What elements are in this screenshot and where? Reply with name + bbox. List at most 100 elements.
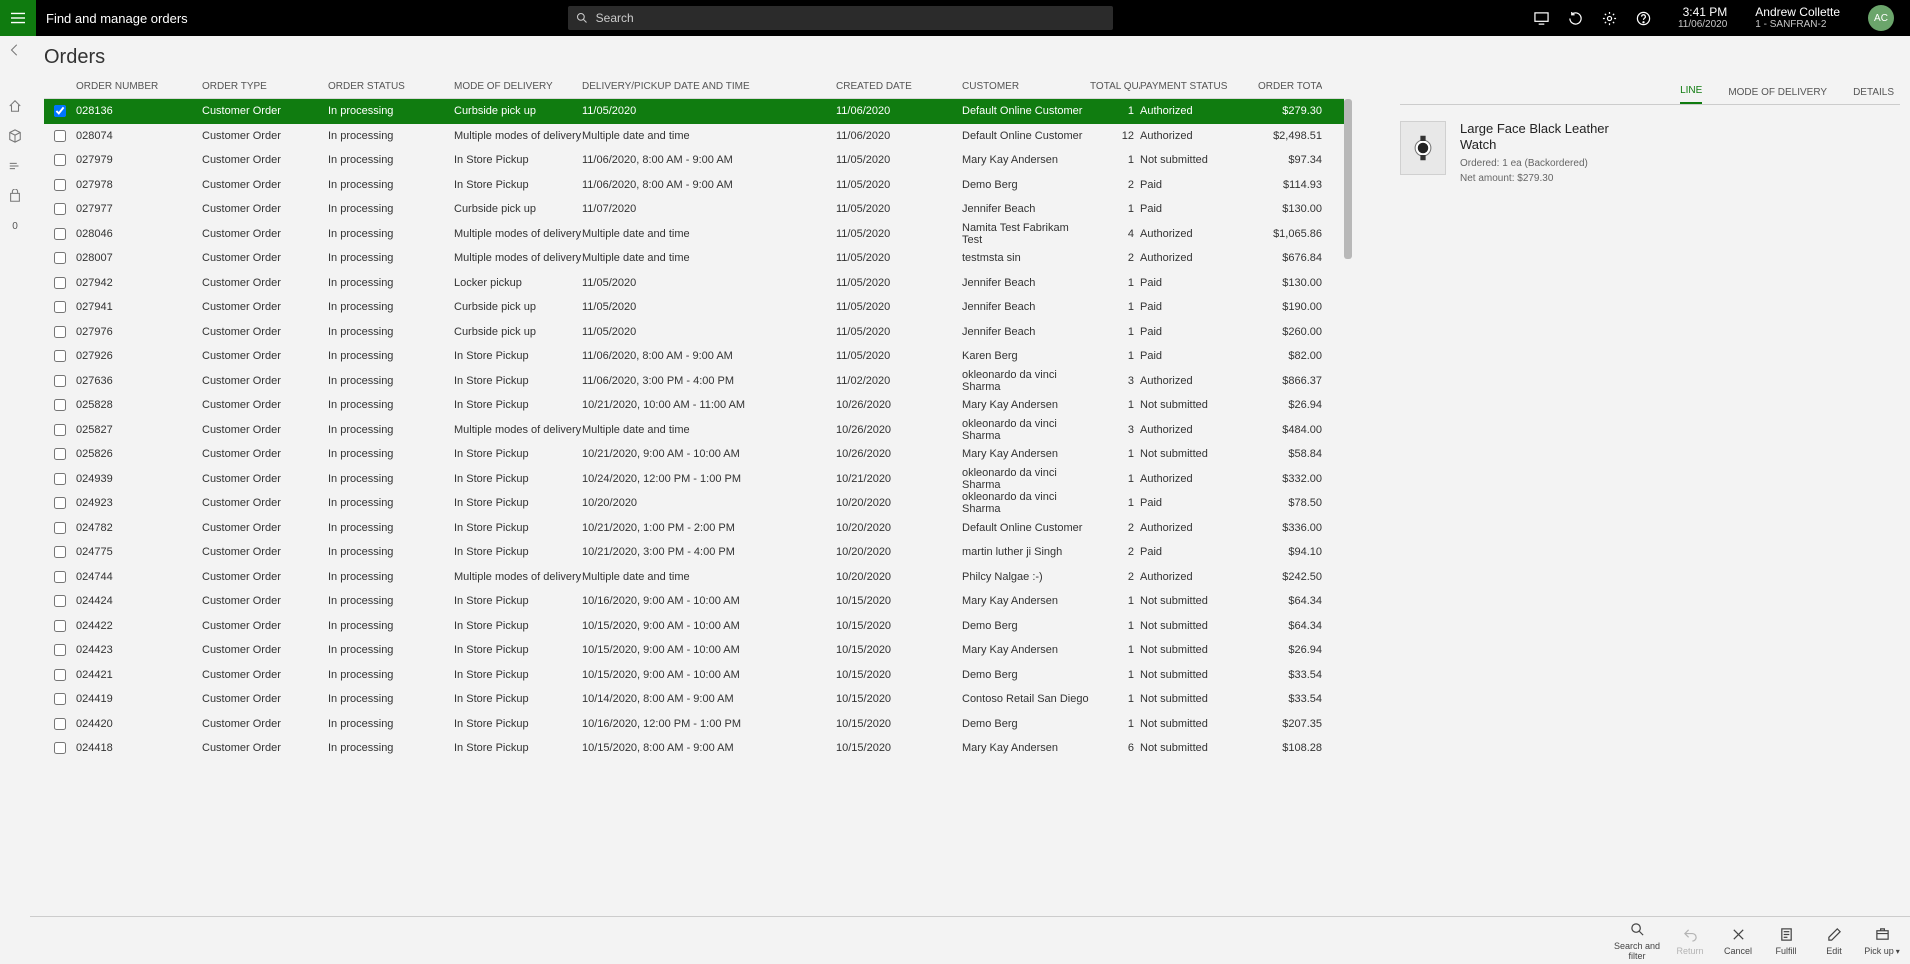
table-row[interactable]: 024418Customer OrderIn processingIn Stor…: [44, 736, 1344, 755]
table-row[interactable]: 024423Customer OrderIn processingIn Stor…: [44, 638, 1344, 663]
row-checkbox[interactable]: [54, 179, 66, 191]
row-checkbox[interactable]: [54, 203, 66, 215]
cube-icon[interactable]: [7, 128, 23, 144]
lines-icon[interactable]: [7, 158, 23, 174]
row-checkbox[interactable]: [54, 130, 66, 142]
row-checkbox[interactable]: [54, 228, 66, 240]
table-row[interactable]: 025828Customer OrderIn processingIn Stor…: [44, 393, 1344, 418]
settings-icon[interactable]: [1602, 10, 1618, 26]
row-checkbox[interactable]: [54, 718, 66, 730]
table-row[interactable]: 027977Customer OrderIn processingCurbsid…: [44, 197, 1344, 222]
row-checkbox[interactable]: [54, 669, 66, 681]
row-checkbox[interactable]: [54, 595, 66, 607]
row-checkbox[interactable]: [54, 154, 66, 166]
count-badge[interactable]: 0: [7, 218, 23, 234]
row-checkbox[interactable]: [54, 693, 66, 705]
table-row[interactable]: 027942Customer OrderIn processingLocker …: [44, 271, 1344, 296]
col-mode-delivery[interactable]: MODE OF DELIVERY: [454, 81, 582, 92]
cancel-button[interactable]: Cancel: [1714, 925, 1762, 957]
table-row[interactable]: 024923Customer OrderIn processingIn Stor…: [44, 491, 1344, 516]
table-row[interactable]: 028046Customer OrderIn processingMultipl…: [44, 222, 1344, 247]
row-checkbox[interactable]: [54, 742, 66, 754]
row-checkbox[interactable]: [54, 399, 66, 411]
table-row[interactable]: 028136Customer OrderIn processingCurbsid…: [44, 99, 1344, 124]
col-delivery-dt[interactable]: DELIVERY/PICKUP DATE AND TIME: [582, 81, 836, 92]
row-checkbox[interactable]: [54, 571, 66, 583]
row-checkbox[interactable]: [54, 448, 66, 460]
col-order-number[interactable]: ORDER NUMBER: [76, 81, 202, 92]
cell-order-total: $332.00: [1258, 473, 1322, 485]
line-card[interactable]: Large Face Black Leather Watch Ordered: …: [1400, 105, 1900, 184]
table-row[interactable]: 025827Customer OrderIn processingMultipl…: [44, 418, 1344, 443]
bag-icon[interactable]: [7, 188, 23, 204]
home-icon[interactable]: [7, 98, 23, 114]
pickup-button[interactable]: Pick up▾: [1858, 925, 1906, 957]
row-checkbox[interactable]: [54, 252, 66, 264]
table-row[interactable]: 024939Customer OrderIn processingIn Stor…: [44, 467, 1344, 492]
cell-order-total: $108.28: [1258, 742, 1322, 754]
row-checkbox[interactable]: [54, 497, 66, 509]
table-row[interactable]: 027978Customer OrderIn processingIn Stor…: [44, 173, 1344, 198]
cell-mode-delivery: Curbside pick up: [454, 105, 582, 117]
clock-time: 3:41 PM: [1678, 6, 1727, 19]
cell-order-total: $33.54: [1258, 669, 1322, 681]
help-icon[interactable]: [1636, 10, 1652, 26]
screen-icon[interactable]: [1534, 10, 1550, 26]
col-total-qty[interactable]: TOTAL QUAN...: [1090, 81, 1140, 92]
row-checkbox[interactable]: [54, 620, 66, 632]
search-filter-button[interactable]: Search and filter: [1608, 920, 1666, 962]
row-checkbox[interactable]: [54, 105, 66, 117]
cell-delivery-dt: Multiple date and time: [582, 571, 836, 583]
cell-order-total: $78.50: [1258, 497, 1322, 509]
row-checkbox[interactable]: [54, 644, 66, 656]
table-row[interactable]: 024419Customer OrderIn processingIn Stor…: [44, 687, 1344, 712]
row-checkbox[interactable]: [54, 424, 66, 436]
row-checkbox[interactable]: [54, 277, 66, 289]
row-checkbox[interactable]: [54, 301, 66, 313]
col-payment-status[interactable]: PAYMENT STATUS: [1140, 81, 1258, 92]
chevron-down-icon: ▾: [1896, 947, 1900, 956]
fulfill-button[interactable]: Fulfill: [1762, 925, 1810, 957]
search-input[interactable]: Search: [568, 6, 1113, 30]
table-row[interactable]: 028007Customer OrderIn processingMultipl…: [44, 246, 1344, 271]
col-order-type[interactable]: ORDER TYPE: [202, 81, 328, 92]
tab-mode[interactable]: MODE OF DELIVERY: [1728, 87, 1827, 104]
table-row[interactable]: 027636Customer OrderIn processingIn Stor…: [44, 369, 1344, 394]
table-row[interactable]: 024420Customer OrderIn processingIn Stor…: [44, 712, 1344, 737]
grid-body[interactable]: 028136Customer OrderIn processingCurbsid…: [44, 99, 1344, 755]
cell-delivery-dt: 10/21/2020, 9:00 AM - 10:00 AM: [582, 448, 836, 460]
avatar[interactable]: AC: [1868, 5, 1894, 31]
back-icon[interactable]: [7, 42, 23, 58]
table-row[interactable]: 027979Customer OrderIn processingIn Stor…: [44, 148, 1344, 173]
table-row[interactable]: 024422Customer OrderIn processingIn Stor…: [44, 614, 1344, 639]
tab-details[interactable]: DETAILS: [1853, 87, 1894, 104]
cell-order-number: 028136: [76, 105, 202, 117]
col-customer[interactable]: CUSTOMER: [962, 81, 1090, 92]
tab-line[interactable]: LINE: [1680, 85, 1702, 104]
refresh-icon[interactable]: [1568, 10, 1584, 26]
table-row[interactable]: 024775Customer OrderIn processingIn Stor…: [44, 540, 1344, 565]
table-row[interactable]: 027976Customer OrderIn processingCurbsid…: [44, 320, 1344, 345]
row-checkbox[interactable]: [54, 473, 66, 485]
row-checkbox[interactable]: [54, 375, 66, 387]
edit-button[interactable]: Edit: [1810, 925, 1858, 957]
user-block[interactable]: Andrew Collette 1 - SANFRAN-2: [1755, 6, 1840, 30]
table-row[interactable]: 025826Customer OrderIn processingIn Stor…: [44, 442, 1344, 467]
col-order-status[interactable]: ORDER STATUS: [328, 81, 454, 92]
row-checkbox[interactable]: [54, 522, 66, 534]
hamburger-menu[interactable]: [0, 0, 36, 36]
col-created-date[interactable]: CREATED DATE: [836, 81, 962, 92]
row-checkbox[interactable]: [54, 546, 66, 558]
table-row[interactable]: 024782Customer OrderIn processingIn Stor…: [44, 516, 1344, 541]
table-row[interactable]: 028074Customer OrderIn processingMultipl…: [44, 124, 1344, 149]
table-row[interactable]: 024424Customer OrderIn processingIn Stor…: [44, 589, 1344, 614]
col-order-total[interactable]: ORDER TOTAL: [1258, 81, 1322, 92]
table-row[interactable]: 027926Customer OrderIn processingIn Stor…: [44, 344, 1344, 369]
scrollbar-thumb[interactable]: [1344, 99, 1352, 259]
table-row[interactable]: 024744Customer OrderIn processingMultipl…: [44, 565, 1344, 590]
row-checkbox[interactable]: [54, 350, 66, 362]
cell-order-type: Customer Order: [202, 301, 328, 313]
table-row[interactable]: 027941Customer OrderIn processingCurbsid…: [44, 295, 1344, 320]
table-row[interactable]: 024421Customer OrderIn processingIn Stor…: [44, 663, 1344, 688]
row-checkbox[interactable]: [54, 326, 66, 338]
